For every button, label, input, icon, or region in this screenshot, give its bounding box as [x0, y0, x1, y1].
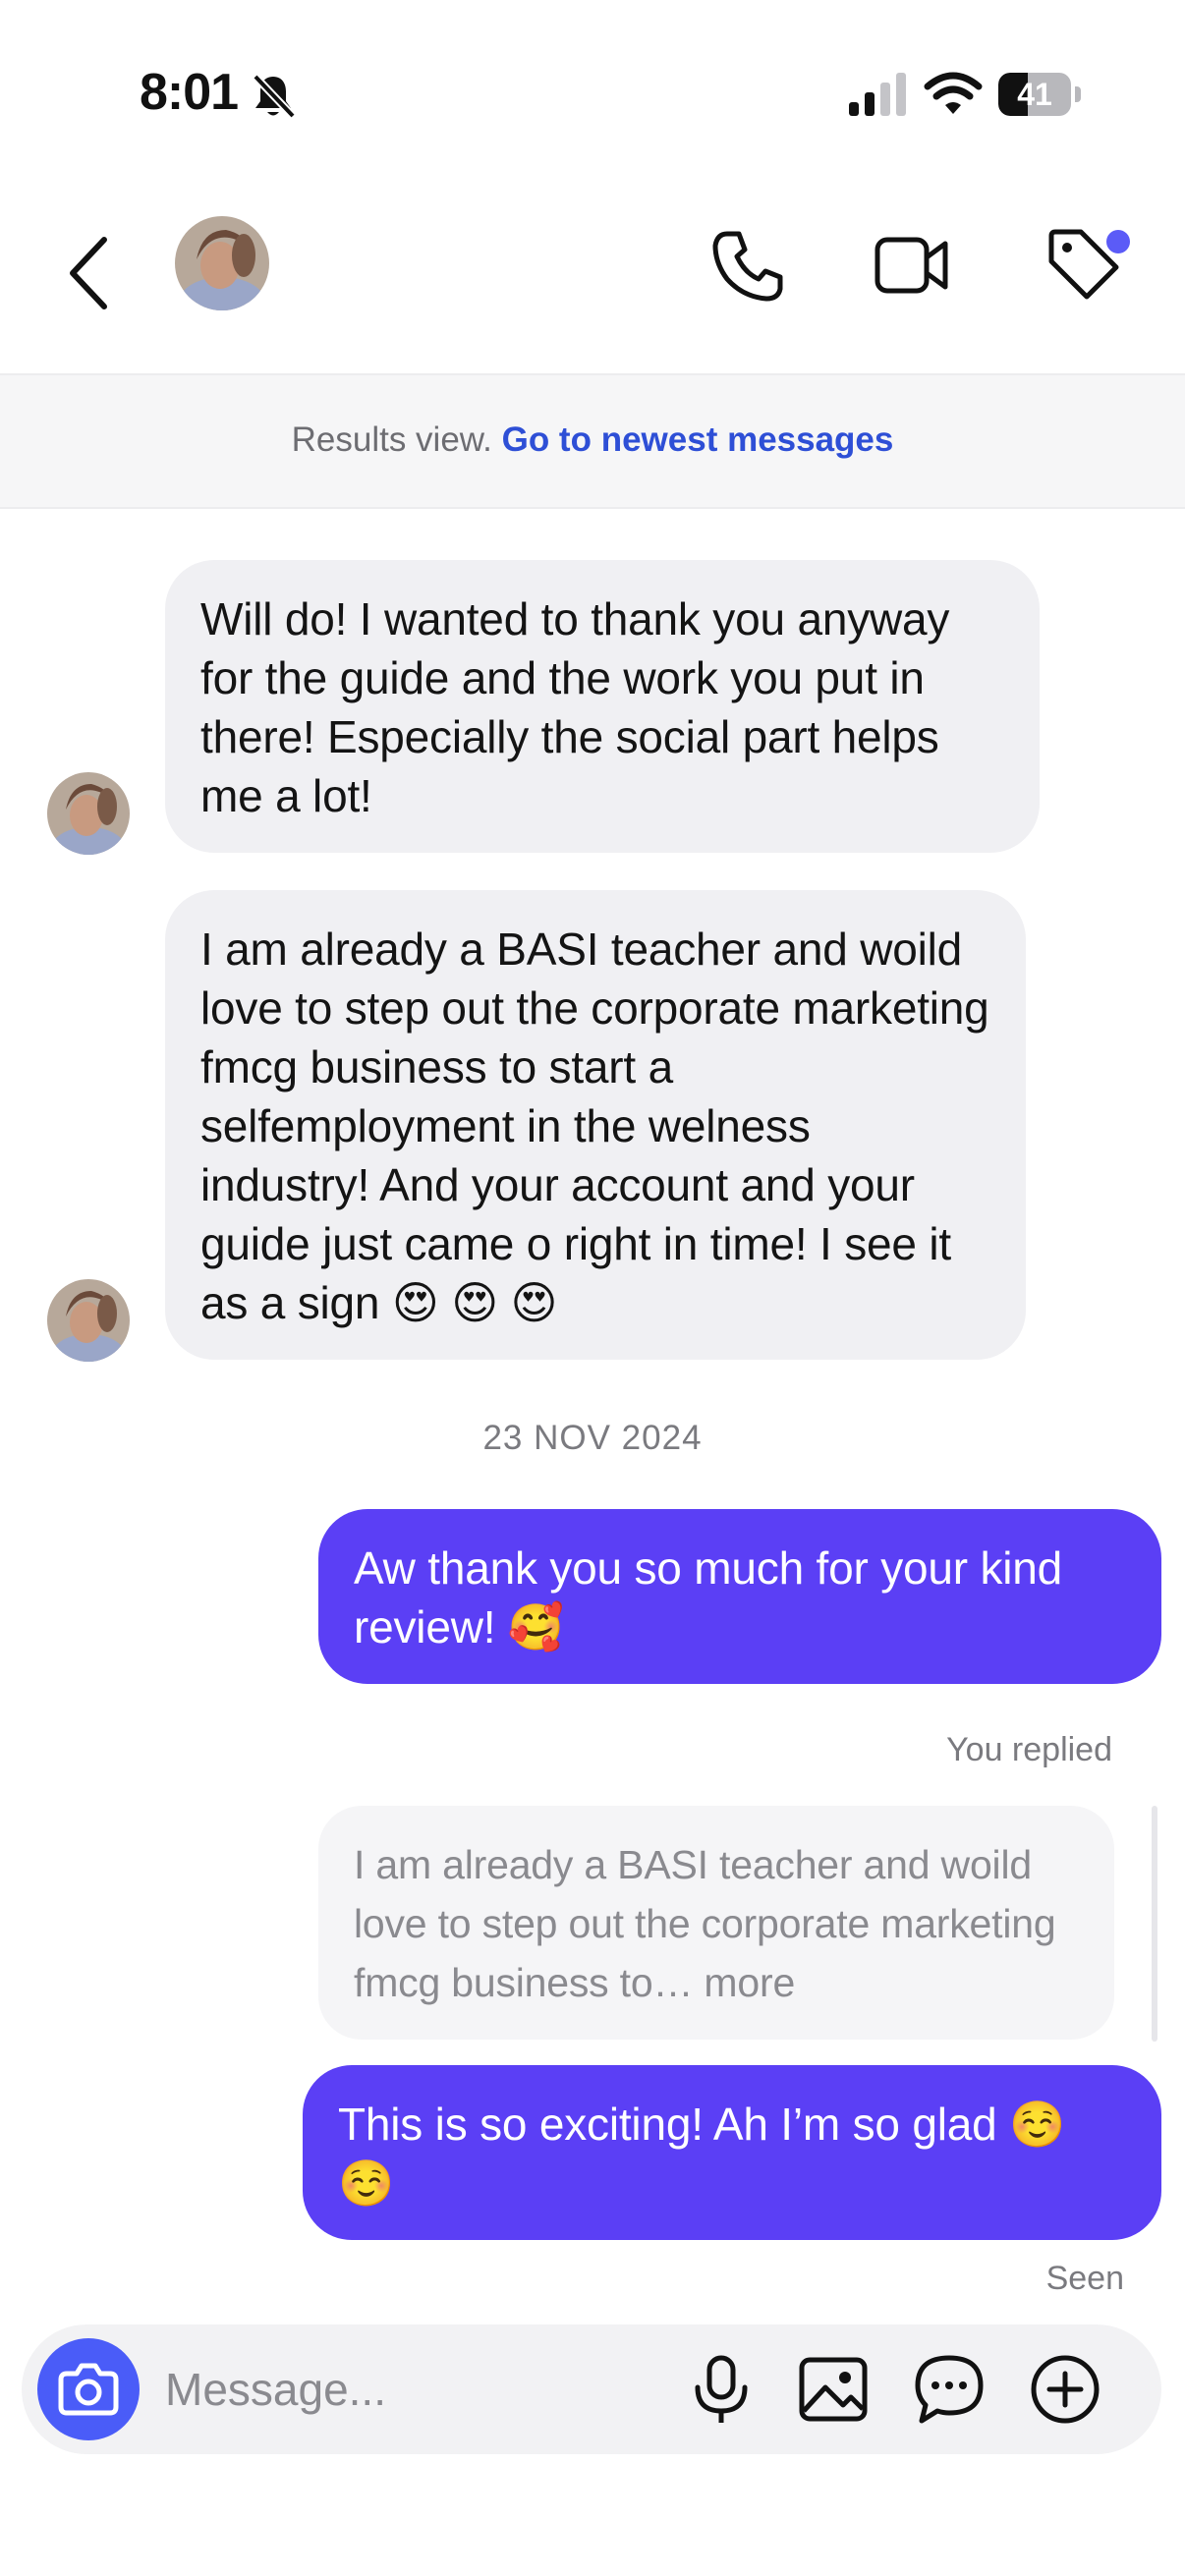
plus-icon[interactable] [1026, 2350, 1104, 2429]
wifi-icon [924, 72, 983, 114]
status-time: 8:01 [140, 64, 239, 121]
results-banner: Results view. Go to newest messages [0, 375, 1185, 509]
you-replied-label: You replied [946, 1731, 1112, 1768]
seen-status: Seen [1045, 2260, 1124, 2297]
date-separator: 23 NOV 2024 [482, 1419, 703, 1457]
cellular-signal-icon [849, 73, 906, 116]
image-icon[interactable] [794, 2350, 873, 2429]
notification-dot [1106, 230, 1130, 253]
reply-indicator-bar [1152, 1806, 1157, 2042]
phone-icon[interactable] [709, 226, 788, 305]
video-icon[interactable] [873, 226, 951, 305]
message-composer [22, 2324, 1161, 2454]
sender-avatar[interactable] [47, 772, 130, 855]
quoted-message[interactable]: I am already a BASI teacher and woild lo… [318, 1806, 1114, 2040]
results-view-text: Results view. [291, 420, 492, 459]
outgoing-message[interactable]: Aw thank you so much for your kind revie… [318, 1509, 1161, 1684]
camera-button[interactable] [37, 2338, 140, 2440]
chat-header [0, 187, 1185, 375]
battery-indicator: 41 [998, 73, 1081, 116]
camera-icon [58, 2363, 119, 2416]
back-icon[interactable] [61, 232, 120, 314]
sticker-icon[interactable] [910, 2350, 988, 2429]
outgoing-message[interactable]: This is so exciting! Ah I’m so glad ☺️ ☺… [303, 2065, 1161, 2240]
go-to-newest-link[interactable]: Go to newest messages [502, 420, 894, 459]
incoming-message[interactable]: I am already a BASI teacher and woild lo… [165, 890, 1026, 1360]
status-bar: 8:01 41 [0, 0, 1185, 187]
message-input[interactable] [165, 2324, 656, 2454]
battery-percent: 41 [1017, 77, 1052, 112]
microphone-icon[interactable] [682, 2350, 761, 2429]
silent-bell-icon [253, 74, 296, 119]
contact-avatar[interactable] [175, 216, 269, 310]
incoming-message[interactable]: Will do! I wanted to thank you anyway fo… [165, 560, 1040, 853]
sender-avatar[interactable] [47, 1279, 130, 1362]
